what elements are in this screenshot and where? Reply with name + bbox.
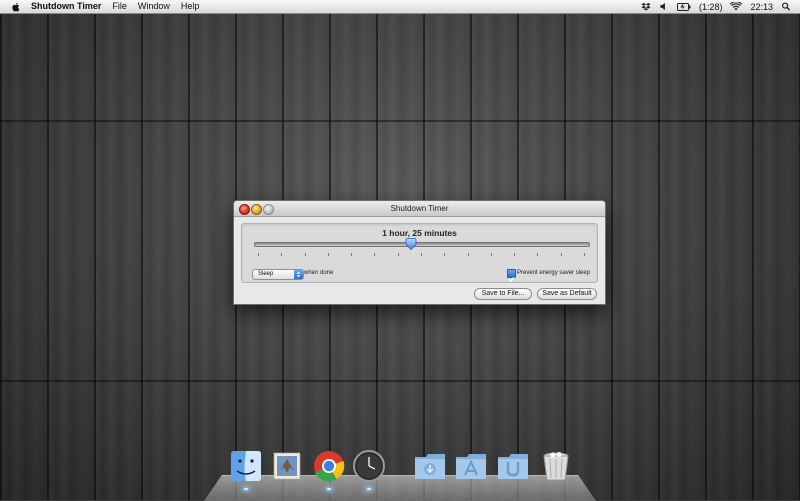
trash-icon[interactable] bbox=[539, 449, 573, 483]
wifi-icon[interactable] bbox=[730, 2, 743, 11]
slider-tick bbox=[258, 253, 259, 256]
slider-tick bbox=[327, 253, 329, 256]
slider-tick bbox=[281, 253, 283, 256]
finder-icon[interactable] bbox=[229, 449, 263, 483]
prevent-sleep-label[interactable]: Prevent energy saver sleep bbox=[517, 270, 590, 276]
when-done-label: when done bbox=[304, 270, 334, 276]
prevent-sleep-checkbox[interactable] bbox=[507, 269, 516, 283]
slider-tick bbox=[514, 253, 516, 256]
mail-icon[interactable] bbox=[270, 449, 304, 483]
menu-help[interactable]: Help bbox=[181, 0, 200, 13]
slider-tick bbox=[304, 253, 306, 256]
slider-tick bbox=[351, 253, 353, 256]
clock-text[interactable]: 22:13 bbox=[750, 2, 773, 12]
applications-folder-icon[interactable] bbox=[454, 449, 488, 483]
select-arrows-icon bbox=[294, 270, 303, 279]
clock-icon[interactable] bbox=[352, 449, 386, 483]
slider-tick bbox=[444, 253, 446, 256]
battery-icon[interactable] bbox=[676, 2, 691, 11]
running-indicator bbox=[367, 488, 371, 490]
apple-logo-icon[interactable] bbox=[11, 2, 21, 12]
timer-panel: 1 hour, 25 minutes Sleep when done Preve… bbox=[241, 223, 598, 283]
slider-tick bbox=[537, 253, 539, 256]
spotlight-icon[interactable] bbox=[781, 2, 791, 11]
checkmark-icon bbox=[508, 277, 515, 283]
shutdown-timer-window: Shutdown Timer 1 hour, 25 minutes Sleep … bbox=[233, 200, 606, 305]
menu-bar: Shutdown Timer File Window Help (1:28) 2… bbox=[0, 0, 800, 14]
menu-file[interactable]: File bbox=[112, 0, 127, 13]
slider-tick bbox=[374, 253, 376, 256]
slider-tick bbox=[467, 253, 469, 256]
downloads-folder-icon[interactable] bbox=[413, 449, 447, 483]
status-area: (1:28) 22:13 bbox=[641, 0, 791, 13]
window-title: Shutdown Timer bbox=[390, 204, 449, 213]
slider-tick bbox=[490, 253, 492, 256]
time-label: 1 hour, 25 minutes bbox=[382, 228, 457, 238]
timer-slider[interactable] bbox=[254, 242, 590, 247]
menu-window[interactable]: Window bbox=[138, 0, 170, 13]
menu-app-name[interactable]: Shutdown Timer bbox=[31, 0, 101, 13]
action-select[interactable]: Sleep bbox=[252, 269, 304, 280]
chrome-icon[interactable] bbox=[312, 449, 346, 483]
slider-tick bbox=[584, 253, 585, 256]
slider-tick bbox=[421, 253, 422, 256]
slider-knob[interactable] bbox=[405, 238, 417, 250]
running-indicator bbox=[244, 488, 248, 490]
battery-time: (1:28) bbox=[698, 1, 723, 12]
slider-tick bbox=[560, 253, 562, 256]
action-select-value: Sleep bbox=[258, 271, 274, 277]
dropbox-icon[interactable] bbox=[641, 2, 651, 11]
running-indicator bbox=[327, 488, 331, 490]
save-as-default-button[interactable]: Save as Default bbox=[537, 288, 597, 300]
slider-tick bbox=[397, 253, 399, 256]
save-to-file-button[interactable]: Save to File... bbox=[474, 288, 532, 300]
volume-icon[interactable] bbox=[659, 2, 669, 11]
title-bar[interactable]: Shutdown Timer bbox=[234, 201, 605, 217]
utilities-folder-icon[interactable] bbox=[496, 449, 530, 483]
